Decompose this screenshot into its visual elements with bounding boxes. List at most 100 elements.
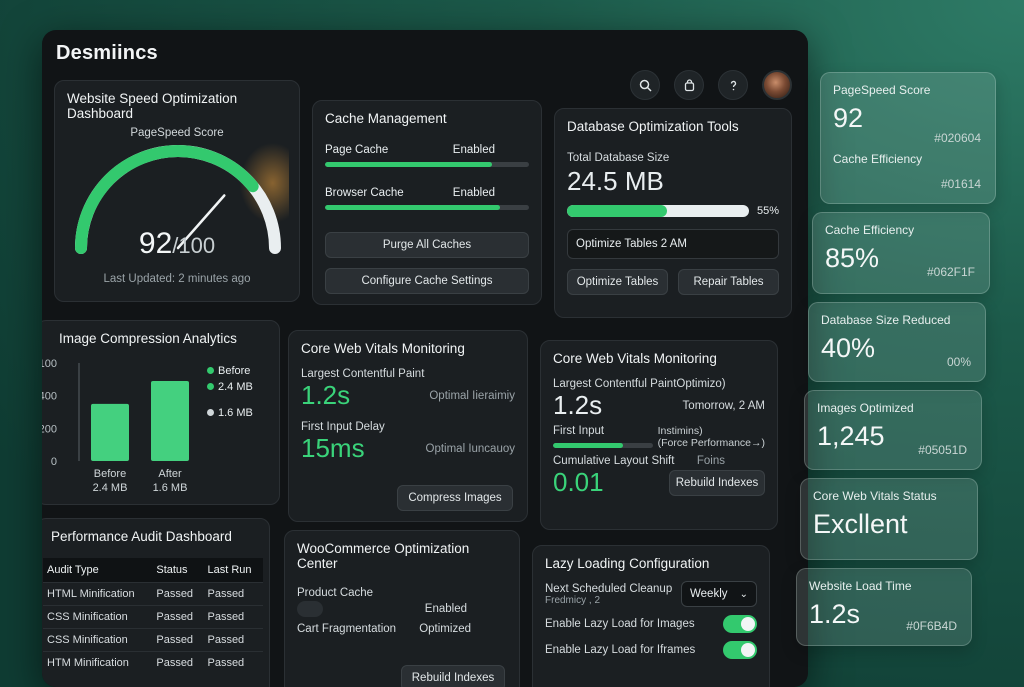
image-card-title: Image Compression Analytics: [59, 331, 237, 346]
cart-fragmentation-label: Cart Fragmentation: [297, 623, 397, 635]
pagespeed-score: 92/100: [55, 227, 299, 261]
cell: Passed: [152, 605, 204, 629]
brand-logo: Desmiincs: [56, 42, 158, 64]
speed-card-title: Website Speed Optimization Dashboard: [67, 91, 238, 121]
browser-cache-label: Browser Cache: [325, 187, 404, 199]
audit-table: Audit Type Status Last Run HTML Minifica…: [43, 558, 263, 674]
stat-load-title: Website Load Time: [809, 579, 912, 593]
stat-card-images-optimized: Images Optimized 1,245 #05051D: [804, 390, 982, 470]
speed-optimization-card: Website Speed Optimization Dashboard Pag…: [54, 80, 300, 302]
bag-icon[interactable]: [674, 70, 704, 100]
cwv2-cls-value: 0.01: [553, 467, 604, 497]
cwv2-lcp-note: Tomorrow, 2 AM: [682, 399, 765, 412]
db-schedule-box: Optimize Tables 2 AM: [567, 229, 779, 259]
db-size-label: Total Database Size: [567, 152, 670, 164]
chevron-down-icon: ⌄: [739, 588, 748, 600]
cwv2-cls-note: Foins: [696, 455, 725, 467]
cwv2-fi-label: First Input: [553, 425, 605, 437]
stat-pagespeed-extra-hex: #01614: [940, 177, 981, 191]
table-row: HTML Minification Passed Passed: [43, 582, 263, 606]
lazy-loading-card: Lazy Loading Configuration Next Schedule…: [532, 545, 770, 687]
cart-fragmentation-status: Optimized: [419, 623, 471, 635]
cache-management-card: Cache Management Page Cache Enabled Brows…: [312, 100, 542, 305]
stat-pagespeed-title: PageSpeed Score: [833, 83, 931, 97]
cell: Passed: [203, 605, 263, 629]
stat-db-title: Database Size Reduced: [821, 313, 951, 327]
help-icon[interactable]: [718, 70, 748, 100]
lazy-images-toggle[interactable]: [723, 615, 757, 633]
cwv2-lcp-value: 1.2s: [553, 390, 603, 420]
user-avatar[interactable]: [762, 70, 792, 100]
stat-cache-hex: #062F1F: [926, 265, 975, 279]
x-tick-label: Before: [94, 468, 126, 480]
y-tick-label: 200: [42, 423, 57, 435]
page-cache-label: Page Cache: [325, 144, 389, 156]
bar-after: [151, 380, 189, 461]
cwv2-title: Core Web Vitals Monitoring: [553, 351, 717, 366]
table-row: HTM Minification Passed Passed: [43, 651, 263, 674]
stat-db-hex: 00%: [946, 355, 971, 369]
cell: Passed: [203, 582, 263, 606]
pagespeed-label: PageSpeed Score: [130, 127, 224, 139]
image-compression-card: Image Compression Analytics 0 200 400 100 Be…: [42, 320, 280, 505]
lazy-images-label: Enable Lazy Load for Images: [545, 618, 695, 630]
stat-images-hex: #05051D: [918, 443, 967, 457]
stat-cwv-value: Excllent: [813, 509, 908, 539]
woocommerce-card: WooCommerce Optimization Center Product …: [284, 530, 520, 687]
db-size-bar: [567, 205, 749, 217]
legend-item-before: Before: [207, 363, 253, 379]
cell: Passed: [152, 628, 204, 652]
db-card-title: Database Optimization Tools: [567, 119, 739, 134]
legend-item-2: 2.4 MB: [207, 379, 253, 395]
page-cache-bar-fill: [325, 162, 493, 167]
audit-table-header: Audit Type Status Last Run: [43, 558, 263, 583]
cell: Passed: [203, 651, 263, 674]
optimize-tables-button[interactable]: Optimize Tables: [567, 269, 668, 295]
db-percent: 55%: [756, 205, 779, 217]
stat-card-db-reduced: Database Size Reduced 40% 00%: [808, 302, 986, 382]
product-cache-label: Product Cache: [297, 587, 374, 599]
compress-images-button[interactable]: Compress Images: [397, 485, 513, 511]
cwv2-fi-note2: (Force Performance→): [657, 437, 765, 449]
y-tick-label: 100: [42, 358, 57, 370]
purge-caches-button[interactable]: Purge All Caches: [325, 232, 529, 258]
top-toolbar: [630, 70, 792, 100]
x-tick-sublabel: 2.4 MB: [93, 482, 128, 494]
woo-rebuild-indexes-button[interactable]: Rebuild Indexes: [401, 665, 505, 687]
col-status: Status: [152, 558, 204, 583]
cwv1-lcp-label: Largest Contentful Paint: [301, 368, 425, 380]
col-last-run: Last Run: [203, 558, 263, 583]
db-size-bar-fill: [567, 205, 668, 217]
dashboard-window: Desmiincs Website Speed Optimization Das…: [42, 30, 808, 687]
stat-card-cwv-status: Core Web Vitals Status Excllent: [800, 478, 978, 560]
cache-card-title: Cache Management: [325, 111, 447, 126]
stat-pagespeed-value: 92: [833, 103, 864, 133]
page-cache-status: Enabled: [452, 144, 495, 156]
cell: Passed: [152, 582, 204, 606]
search-icon[interactable]: [630, 70, 660, 100]
db-size-value: 24.5 MB: [567, 166, 664, 196]
stat-pagespeed-extra-label: Cache Efficiency: [833, 152, 923, 166]
score-value: 92: [138, 227, 173, 260]
cwv2-fi-bar: [553, 443, 653, 448]
stat-cwv-title: Core Web Vitals Status: [813, 489, 937, 503]
legend-item-3: 1.6 MB: [207, 405, 253, 421]
frequency-select[interactable]: Weekly ⌄: [681, 581, 757, 607]
y-tick-label: 400: [42, 391, 57, 403]
col-audit-type: Audit Type: [43, 558, 153, 583]
cwv2-rebuild-indexes-button[interactable]: Rebuild Indexes: [669, 469, 765, 496]
browser-cache-row: Browser Cache Enabled: [325, 187, 529, 210]
x-tick-label: After: [158, 468, 182, 480]
y-tick-label: 0: [51, 456, 57, 468]
lazy-iframes-toggle[interactable]: [723, 641, 757, 659]
core-web-vitals-card-1: Core Web Vitals Monitoring Largest Conte…: [288, 330, 528, 522]
cell: Passed: [152, 651, 204, 674]
product-cache-status: Enabled: [424, 603, 467, 615]
database-optimization-card: Database Optimization Tools Total Databa…: [554, 108, 792, 318]
product-cache-toggle[interactable]: [297, 601, 323, 617]
repair-tables-button[interactable]: Repair Tables: [678, 269, 779, 295]
configure-cache-button[interactable]: Configure Cache Settings: [325, 268, 529, 294]
frequency-value: Weekly: [690, 588, 728, 600]
image-legend: Before 2.4 MB 1.6 MB: [207, 363, 253, 421]
legend-3-label: 1.6 MB: [218, 407, 253, 419]
